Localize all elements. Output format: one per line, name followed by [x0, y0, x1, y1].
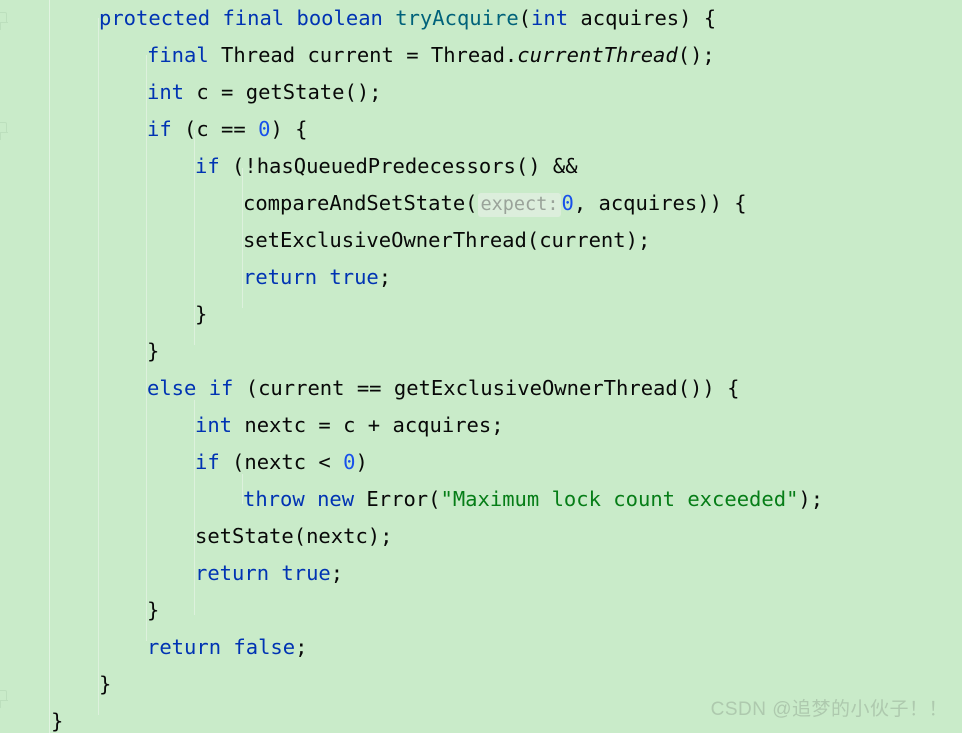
code-token: } — [147, 598, 160, 622]
code-line[interactable]: protected final boolean tryAcquire(int a… — [99, 0, 962, 37]
code-token: Error( — [354, 487, 441, 511]
code-editor-screenshot: protected final boolean tryAcquire(int a… — [0, 0, 962, 733]
code-line[interactable]: if (!hasQueuedPredecessors() && — [195, 148, 962, 185]
static-method-token: currentThread — [517, 43, 678, 67]
keyword-token: boolean — [296, 6, 383, 30]
code-token: } — [147, 339, 160, 363]
keyword-token: new — [317, 487, 355, 511]
code-line[interactable]: int c = getState(); — [147, 74, 962, 111]
keyword-token: if — [208, 376, 234, 400]
keyword-token: return — [243, 265, 318, 289]
parameter-name-hint[interactable]: expect: — [477, 193, 562, 217]
keyword-token: return — [195, 561, 270, 585]
code-token: , acquires)) { — [573, 191, 747, 215]
keyword-token: if — [195, 450, 220, 474]
keyword-token: true — [281, 561, 331, 585]
keyword-token: final — [147, 43, 209, 67]
string-literal-token: "Maximum lock count exceeded" — [440, 487, 799, 511]
code-token: ; — [330, 561, 344, 585]
keyword-token: int — [195, 413, 233, 437]
code-token: c = getState(); — [184, 80, 382, 104]
code-line[interactable]: return true; — [195, 555, 962, 592]
code-line[interactable]: int nextc = c + acquires; — [195, 407, 962, 444]
keyword-token: return — [147, 635, 222, 659]
code-token: acquires) { — [568, 6, 717, 30]
code-token: } — [51, 709, 64, 733]
code-line[interactable]: else if (current == getExclusiveOwnerThr… — [147, 370, 962, 407]
code-text-area[interactable]: protected final boolean tryAcquire(int a… — [0, 0, 962, 733]
keyword-token: protected — [99, 6, 211, 30]
csdn-watermark: CSDN @追梦的小伙子！！ — [710, 699, 948, 720]
keyword-token: final — [222, 6, 285, 30]
keyword-token: false — [233, 635, 296, 659]
code-token: (nextc < — [219, 450, 344, 474]
keyword-token: if — [195, 154, 220, 178]
code-token: (!hasQueuedPredecessors() && — [219, 154, 578, 178]
code-line[interactable]: final Thread current = Thread.currentThr… — [147, 37, 962, 74]
code-token: ; — [378, 265, 392, 289]
code-token: (); — [677, 43, 715, 67]
code-token: } — [195, 302, 208, 326]
code-token: nextc = c + acquires; — [232, 413, 504, 437]
code-token: setState(nextc); — [195, 524, 393, 548]
code-line[interactable]: setExclusiveOwnerThread(current); — [243, 222, 962, 259]
code-line[interactable]: throw new Error("Maximum lock count exce… — [243, 481, 962, 518]
code-line[interactable]: return false; — [147, 629, 962, 666]
keyword-token: throw — [243, 487, 305, 511]
keyword-token: else — [147, 376, 197, 400]
code-line[interactable]: } — [147, 333, 962, 370]
number-token: 0 — [258, 117, 271, 141]
code-token: Thread current = Thread. — [208, 43, 518, 67]
code-token: compareAndSetState( — [243, 191, 478, 215]
keyword-token: int — [531, 6, 569, 30]
code-line[interactable]: return true; — [243, 259, 962, 296]
code-token: (c == — [171, 117, 259, 141]
number-token: 0 — [343, 450, 356, 474]
code-line[interactable]: compareAndSetState(expect: 0, acquires)) … — [243, 185, 962, 222]
code-line[interactable]: } — [147, 592, 962, 629]
keyword-token: true — [329, 265, 379, 289]
keyword-token: int — [147, 80, 185, 104]
code-token: ( — [518, 6, 532, 30]
code-line[interactable]: setState(nextc); — [195, 518, 962, 555]
code-line[interactable]: } — [195, 296, 962, 333]
number-token: 0 — [561, 191, 574, 215]
code-line[interactable]: if (nextc < 0) — [195, 444, 962, 481]
code-token: ) { — [270, 117, 308, 141]
keyword-token: if — [147, 117, 172, 141]
code-token: (current == getExclusiveOwnerThread()) { — [233, 376, 740, 400]
code-token: ; — [295, 635, 308, 659]
code-token: ) — [355, 450, 368, 474]
code-token: ); — [798, 487, 824, 511]
method-name-token: tryAcquire — [395, 6, 519, 30]
code-token: } — [99, 672, 112, 696]
code-line[interactable]: if (c == 0) { — [147, 111, 962, 148]
code-token: setExclusiveOwnerThread(current); — [243, 228, 651, 252]
